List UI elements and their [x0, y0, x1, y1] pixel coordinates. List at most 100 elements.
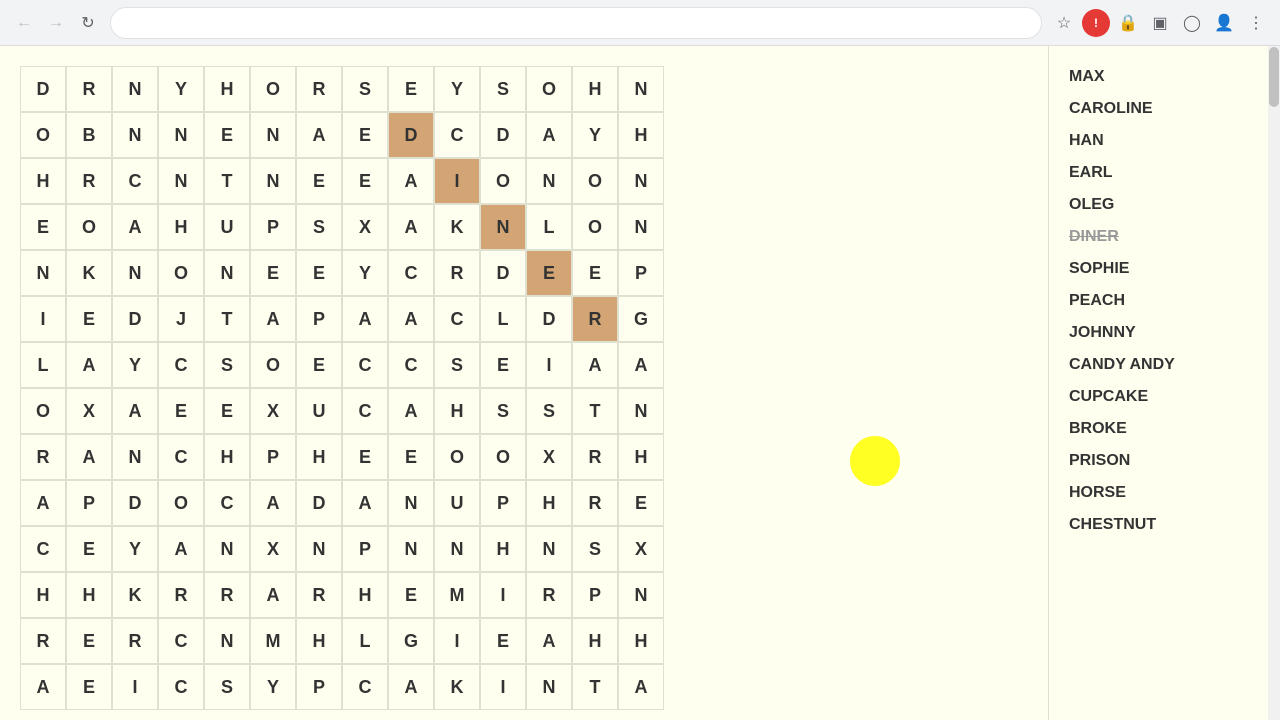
word-list-item[interactable]: PRISON — [1069, 445, 1248, 477]
grid-cell[interactable]: H — [618, 434, 664, 480]
grid-cell[interactable]: H — [618, 618, 664, 664]
grid-cell[interactable]: H — [572, 618, 618, 664]
grid-cell[interactable]: Y — [112, 342, 158, 388]
grid-cell[interactable]: O — [20, 112, 66, 158]
grid-cell[interactable]: H — [618, 112, 664, 158]
grid-cell[interactable]: A — [250, 296, 296, 342]
word-list-item[interactable]: CANDY ANDY — [1069, 349, 1248, 381]
grid-cell[interactable]: N — [434, 526, 480, 572]
grid-cell[interactable]: H — [572, 66, 618, 112]
grid-cell[interactable]: E — [388, 572, 434, 618]
grid-cell[interactable]: H — [20, 158, 66, 204]
grid-cell[interactable]: S — [480, 388, 526, 434]
grid-cell[interactable]: N — [388, 480, 434, 526]
grid-cell[interactable]: O — [434, 434, 480, 480]
grid-cell[interactable]: A — [388, 388, 434, 434]
grid-cell[interactable]: A — [66, 342, 112, 388]
grid-cell[interactable]: D — [388, 112, 434, 158]
grid-cell[interactable]: E — [296, 250, 342, 296]
grid-cell[interactable]: H — [20, 572, 66, 618]
grid-cell[interactable]: E — [204, 388, 250, 434]
grid-cell[interactable]: O — [250, 66, 296, 112]
grid-cell[interactable]: R — [66, 66, 112, 112]
grid-cell[interactable]: N — [250, 112, 296, 158]
forward-button[interactable]: → — [42, 9, 70, 37]
grid-cell[interactable]: P — [480, 480, 526, 526]
grid-cell[interactable]: A — [342, 296, 388, 342]
grid-cell[interactable]: H — [526, 480, 572, 526]
grid-cell[interactable]: P — [250, 434, 296, 480]
grid-cell[interactable]: K — [434, 664, 480, 710]
word-list-item[interactable]: JOHNNY — [1069, 317, 1248, 349]
grid-cell[interactable]: C — [434, 296, 480, 342]
grid-cell[interactable]: I — [480, 664, 526, 710]
grid-cell[interactable]: M — [434, 572, 480, 618]
grid-cell[interactable]: A — [112, 388, 158, 434]
grid-cell[interactable]: H — [434, 388, 480, 434]
grid-cell[interactable]: E — [342, 434, 388, 480]
grid-cell[interactable]: P — [342, 526, 388, 572]
grid-cell[interactable]: R — [572, 434, 618, 480]
grid-cell[interactable]: G — [388, 618, 434, 664]
grid-cell[interactable]: D — [112, 480, 158, 526]
grid-cell[interactable]: S — [480, 66, 526, 112]
grid-cell[interactable]: H — [296, 618, 342, 664]
grid-cell[interactable]: C — [342, 388, 388, 434]
grid-cell[interactable]: R — [158, 572, 204, 618]
grid-cell[interactable]: O — [250, 342, 296, 388]
grid-cell[interactable]: N — [618, 572, 664, 618]
grid-cell[interactable]: D — [480, 112, 526, 158]
grid-cell[interactable]: I — [112, 664, 158, 710]
grid-cell[interactable]: E — [66, 296, 112, 342]
grid-cell[interactable]: A — [342, 480, 388, 526]
grid-cell[interactable]: I — [434, 618, 480, 664]
grid-cell[interactable]: N — [112, 250, 158, 296]
word-list-item[interactable]: HAN — [1069, 125, 1248, 157]
grid-cell[interactable]: O — [158, 480, 204, 526]
grid-cell[interactable]: A — [250, 480, 296, 526]
grid-cell[interactable]: N — [112, 112, 158, 158]
grid-cell[interactable]: O — [480, 158, 526, 204]
grid-cell[interactable]: D — [480, 250, 526, 296]
grid-cell[interactable]: Y — [158, 66, 204, 112]
grid-cell[interactable]: O — [66, 204, 112, 250]
grid-cell[interactable]: C — [388, 342, 434, 388]
grid-cell[interactable]: A — [388, 158, 434, 204]
grid-cell[interactable]: H — [66, 572, 112, 618]
grid-cell[interactable]: Y — [250, 664, 296, 710]
grid-cell[interactable]: C — [204, 480, 250, 526]
grid-cell[interactable]: R — [296, 66, 342, 112]
grid-cell[interactable]: D — [526, 296, 572, 342]
grid-cell[interactable]: R — [112, 618, 158, 664]
grid-cell[interactable]: N — [296, 526, 342, 572]
star-button[interactable]: ☆ — [1050, 9, 1078, 37]
grid-cell[interactable]: N — [618, 388, 664, 434]
grid-cell[interactable]: E — [618, 480, 664, 526]
address-bar[interactable] — [110, 7, 1042, 39]
grid-cell[interactable]: K — [66, 250, 112, 296]
grid-cell[interactable]: N — [618, 158, 664, 204]
grid-cell[interactable]: H — [158, 204, 204, 250]
word-list-item[interactable]: MAX — [1069, 61, 1248, 93]
grid-cell[interactable]: P — [618, 250, 664, 296]
grid-cell[interactable]: L — [526, 204, 572, 250]
grid-cell[interactable]: E — [480, 618, 526, 664]
grid-cell[interactable]: R — [572, 296, 618, 342]
grid-cell[interactable]: Y — [342, 250, 388, 296]
grid-cell[interactable]: O — [20, 388, 66, 434]
shield-button[interactable]: 🔒 — [1114, 9, 1142, 37]
grid-cell[interactable]: R — [66, 158, 112, 204]
grid-cell[interactable]: S — [342, 66, 388, 112]
grid-cell[interactable]: O — [480, 434, 526, 480]
grid-cell[interactable]: E — [526, 250, 572, 296]
grid-cell[interactable]: Y — [572, 112, 618, 158]
grid-cell[interactable]: N — [112, 66, 158, 112]
word-list-item[interactable]: CAROLINE — [1069, 93, 1248, 125]
grid-cell[interactable]: N — [204, 618, 250, 664]
grid-cell[interactable]: U — [296, 388, 342, 434]
grid-cell[interactable]: E — [342, 158, 388, 204]
extension2-button[interactable]: ▣ — [1146, 9, 1174, 37]
grid-cell[interactable]: P — [66, 480, 112, 526]
grid-cell[interactable]: N — [158, 112, 204, 158]
back-button[interactable]: ← — [10, 9, 38, 37]
